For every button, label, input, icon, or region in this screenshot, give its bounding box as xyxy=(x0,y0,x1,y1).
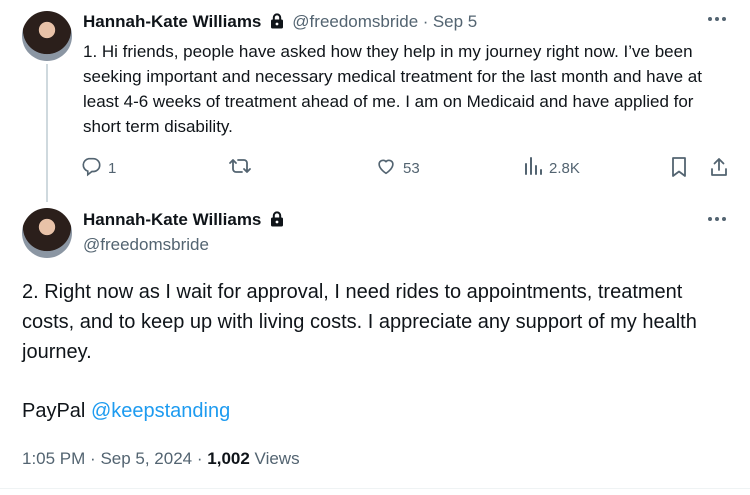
author-handle[interactable]: @freedomsbride xyxy=(292,12,418,31)
avatar[interactable] xyxy=(22,11,72,61)
meta-separator: · xyxy=(196,449,208,468)
separator: · xyxy=(422,12,429,31)
views-button[interactable]: 2.8K xyxy=(523,155,580,181)
tweet-full-date[interactable]: Sep 5, 2024 xyxy=(100,449,192,468)
bookmark-icon[interactable] xyxy=(669,156,689,183)
analytics-icon xyxy=(523,155,543,181)
tweet-header: Hannah-Kate Williams @freedomsbride · Se… xyxy=(83,12,477,34)
paypal-link[interactable]: @keepstanding xyxy=(91,400,230,422)
views-label: Views xyxy=(254,449,300,468)
lock-icon xyxy=(270,13,284,34)
repost-icon xyxy=(228,155,252,181)
reply-icon xyxy=(80,155,102,181)
reply-button[interactable]: 1 xyxy=(80,155,116,181)
tweet-date[interactable]: Sep 5 xyxy=(433,12,477,31)
repost-button[interactable] xyxy=(228,155,258,181)
share-icon[interactable] xyxy=(708,156,730,183)
paypal-label: PayPal xyxy=(22,400,86,422)
reply-count: 1 xyxy=(108,159,117,177)
more-icon[interactable] xyxy=(706,10,728,33)
paypal-line: PayPal @keepstanding xyxy=(22,396,230,426)
action-bar: 1 53 2.8K xyxy=(80,155,732,179)
views-count: 2.8K xyxy=(549,159,580,177)
avatar[interactable] xyxy=(22,208,72,258)
tweet-text: 1. Hi friends, people have asked how the… xyxy=(83,42,702,136)
thread-line xyxy=(46,64,48,202)
more-icon[interactable] xyxy=(706,210,728,233)
heart-icon xyxy=(375,155,397,181)
meta-separator: · xyxy=(90,449,101,468)
tweet-header: Hannah-Kate Williams xyxy=(83,210,284,232)
like-button[interactable]: 53 xyxy=(375,155,420,181)
lock-icon xyxy=(270,211,284,232)
tweet-meta: 1:05 PM · Sep 5, 2024 · 1,002 Views xyxy=(22,449,300,469)
like-count: 53 xyxy=(403,159,420,177)
views-total: 1,002 xyxy=(207,449,250,468)
author-name[interactable]: Hannah-Kate Williams xyxy=(83,210,261,229)
tweet-time[interactable]: 1:05 PM xyxy=(22,449,85,468)
divider xyxy=(0,488,750,489)
author-handle[interactable]: @freedomsbride xyxy=(83,235,209,255)
author-name[interactable]: Hannah-Kate Williams xyxy=(83,12,261,31)
tweet-text: 2. Right now as I wait for approval, I n… xyxy=(22,281,697,363)
